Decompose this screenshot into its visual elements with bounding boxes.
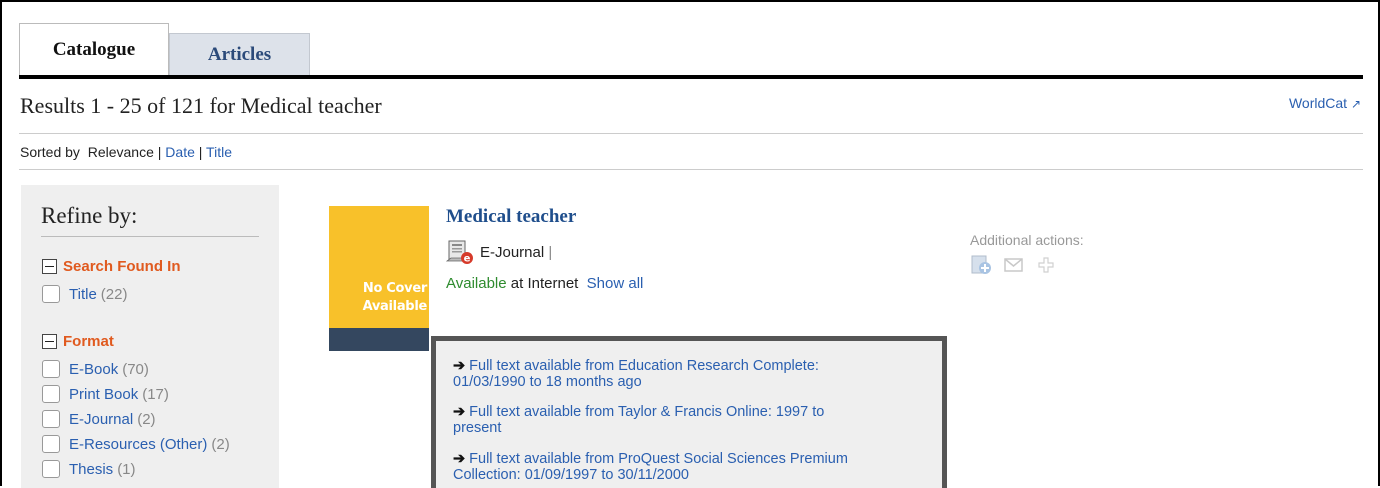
plus-icon[interactable]: [1038, 257, 1054, 278]
fulltext-popup: ➔ Full text available from Education Rese…: [431, 336, 947, 488]
facet-option-thesis[interactable]: Thesis (1): [42, 460, 136, 478]
format-separator: |: [548, 243, 553, 261]
checkbox[interactable]: [42, 385, 60, 403]
format-label: E-Journal: [480, 243, 545, 261]
facet-option-label[interactable]: E-Book: [69, 361, 118, 378]
add-to-list-icon[interactable]: [970, 254, 994, 281]
sort-prefix: Sorted by: [20, 144, 80, 160]
facet-option-label[interactable]: Print Book: [69, 386, 138, 403]
sort-current: Relevance: [87, 144, 154, 160]
refine-sidebar: Refine by: Search Found In Title (22) Fo…: [21, 185, 279, 488]
show-all-link[interactable]: Show all: [587, 275, 644, 292]
worldcat-link[interactable]: WorldCat ↗: [1289, 95, 1361, 111]
additional-actions: [970, 254, 1054, 281]
facet-count: (22): [100, 285, 128, 303]
results-heading: Results 1 - 25 of 121 for Medical teache…: [20, 93, 382, 118]
facet-option-label[interactable]: E-Journal: [69, 411, 133, 428]
sort-separator: |: [157, 144, 162, 160]
fulltext-link-text[interactable]: Full text available from Education Resea…: [469, 358, 819, 374]
fulltext-link-text[interactable]: present: [453, 420, 501, 436]
worldcat-label[interactable]: WorldCat: [1289, 95, 1347, 111]
email-icon[interactable]: [1004, 257, 1024, 278]
facet-option-label[interactable]: Thesis: [69, 461, 113, 478]
additional-actions-label: Additional actions:: [970, 232, 1084, 248]
record-title-link[interactable]: Medical teacher: [446, 206, 576, 228]
ejournal-icon: e: [445, 239, 474, 265]
collapse-icon[interactable]: [42, 334, 57, 349]
no-cover-text: No Cover Available: [362, 280, 428, 316]
availability: Available at Internet Show all: [446, 275, 643, 292]
checkbox[interactable]: [42, 435, 60, 453]
facet-count: (2): [137, 410, 156, 428]
no-cover-line: No Cover: [362, 281, 427, 296]
tab-catalogue[interactable]: Catalogue: [19, 23, 169, 75]
facet-label: Search Found In: [63, 258, 181, 275]
external-link-icon: ↗: [1350, 97, 1361, 111]
divider: [41, 236, 259, 237]
sort-bar: Sorted by Relevance | Date | Title: [20, 144, 232, 160]
fulltext-link[interactable]: ➔ Full text available from ProQuest Socia…: [453, 451, 943, 483]
tab-underline: [19, 75, 1363, 79]
divider: [19, 169, 1363, 170]
facet-label: Format: [63, 333, 114, 350]
sort-by-title-link[interactable]: Title: [206, 144, 232, 160]
facet-option-eresources[interactable]: E-Resources (Other) (2): [42, 435, 230, 453]
book-cover-placeholder[interactable]: No Cover Available: [329, 206, 429, 351]
refine-title: Refine by:: [41, 203, 138, 228]
facet-count: (2): [211, 435, 230, 453]
checkbox[interactable]: [42, 460, 60, 478]
divider: [19, 133, 1363, 134]
facet-count: (1): [117, 460, 136, 478]
checkbox[interactable]: [42, 285, 60, 303]
fulltext-link-text[interactable]: Full text available from ProQuest Social…: [469, 451, 848, 467]
facet-option-ejournal[interactable]: E-Journal (2): [42, 410, 156, 428]
fulltext-link-text[interactable]: Collection: 01/09/1997 to 30/11/2000: [453, 467, 689, 483]
facet-search-found-in[interactable]: Search Found In: [42, 258, 181, 275]
arrow-right-icon: ➔: [453, 358, 466, 374]
no-cover-line: Available: [362, 299, 428, 314]
arrow-right-icon: ➔: [453, 404, 466, 420]
fulltext-link-text[interactable]: Full text available from Taylor & Franci…: [469, 404, 824, 420]
availability-location: at Internet: [510, 275, 579, 292]
checkbox[interactable]: [42, 410, 60, 428]
facet-option-label[interactable]: Title: [69, 286, 97, 303]
availability-status: Available: [446, 275, 507, 292]
sort-by-date-link[interactable]: Date: [165, 144, 195, 160]
svg-text:e: e: [464, 254, 471, 265]
checkbox[interactable]: [42, 360, 60, 378]
facet-option-print-book[interactable]: Print Book (17): [42, 385, 169, 403]
facet-count: (70): [122, 360, 149, 378]
fulltext-link[interactable]: ➔ Full text available from Education Rese…: [453, 358, 943, 390]
facet-format[interactable]: Format: [42, 333, 114, 350]
record-format: e E-Journal |: [445, 239, 553, 265]
arrow-right-icon: ➔: [453, 451, 466, 467]
collapse-icon[interactable]: [42, 259, 57, 274]
sort-separator: |: [198, 144, 203, 160]
facet-count: (17): [142, 385, 169, 403]
fulltext-link[interactable]: ➔ Full text available from Taylor & Franc…: [453, 404, 943, 436]
fulltext-link-text[interactable]: 01/03/1990 to 18 months ago: [453, 374, 642, 390]
facet-option-title[interactable]: Title (22): [42, 285, 127, 303]
cover-band: [329, 328, 429, 351]
tab-articles[interactable]: Articles: [169, 33, 310, 75]
facet-option-label[interactable]: E-Resources (Other): [69, 436, 207, 453]
facet-option-ebook[interactable]: E-Book (70): [42, 360, 149, 378]
